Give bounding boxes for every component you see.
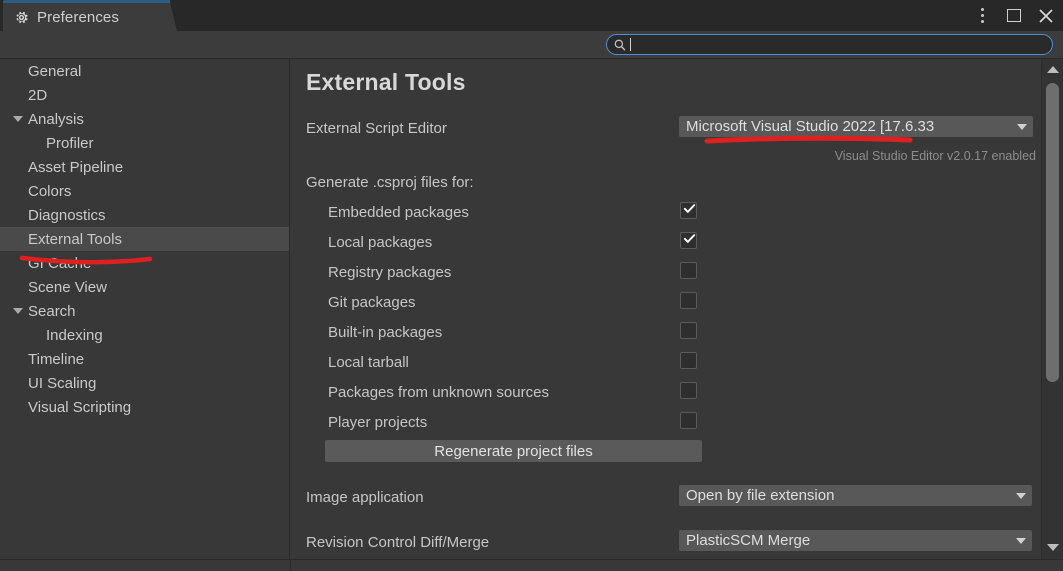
scrollbar-thumb[interactable]: [1046, 83, 1059, 382]
scroll-up-arrow-icon[interactable]: [1042, 61, 1063, 78]
window-bottom-strip: [0, 559, 1063, 571]
sidebar-item-label: Diagnostics: [28, 206, 106, 224]
search-input[interactable]: [631, 35, 1052, 54]
preferences-sidebar[interactable]: General 2D Analysis Profiler Asset Pipeline C…: [0, 59, 290, 559]
settings-content-pane: External Tools External Script Editor Mi…: [291, 59, 1063, 559]
script-editor-status-hint: Visual Studio Editor v2.0.17 enabled: [834, 149, 1036, 163]
window-controls: [973, 0, 1055, 31]
csproj-option-label: Embedded packages: [328, 203, 469, 221]
preferences-window: Preferences General 2D Analysis Profiler…: [0, 0, 1063, 571]
image-application-label: Image application: [306, 488, 424, 506]
sidebar-item-ui-scaling[interactable]: UI Scaling: [0, 371, 289, 395]
csproj-option-checkbox[interactable]: [680, 412, 697, 429]
sidebar-item-2d[interactable]: 2D: [0, 83, 289, 107]
csproj-option-row[interactable]: Git packages: [306, 291, 1051, 313]
sidebar-item-scene-view[interactable]: Scene View: [0, 275, 289, 299]
tab-preferences[interactable]: Preferences: [3, 0, 170, 31]
csproj-option-label: Registry packages: [328, 263, 452, 281]
external-script-editor-dropdown[interactable]: Microsoft Visual Studio 2022 [17.6.33: [679, 116, 1033, 137]
csproj-option-checkbox[interactable]: [680, 322, 697, 339]
csproj-option-row[interactable]: Built-in packages: [306, 321, 1051, 343]
csproj-option-row[interactable]: Local tarball: [306, 351, 1051, 373]
sidebar-item-label: Search: [28, 302, 76, 320]
chevron-down-icon[interactable]: [13, 116, 23, 122]
sidebar-item-indexing[interactable]: Indexing: [0, 323, 289, 347]
regenerate-project-files-label: Regenerate project files: [434, 442, 593, 460]
sidebar-item-visual-scripting[interactable]: Visual Scripting: [0, 395, 289, 419]
sidebar-item-asset-pipeline[interactable]: Asset Pipeline: [0, 155, 289, 179]
csproj-group-label: Generate .csproj files for:: [306, 173, 474, 191]
check-icon: [683, 234, 696, 243]
csproj-option-checkbox[interactable]: [680, 262, 697, 279]
sidebar-item-label: Profiler: [46, 134, 94, 152]
sidebar-list: General 2D Analysis Profiler Asset Pipeline C…: [0, 59, 289, 419]
scroll-down-arrow-icon[interactable]: [1042, 539, 1063, 556]
csproj-option-label: Built-in packages: [328, 323, 443, 341]
csproj-group-label-row: Generate .csproj files for:: [306, 171, 1051, 193]
csproj-option-checkbox[interactable]: [680, 352, 697, 369]
csproj-option-row[interactable]: Packages from unknown sources: [306, 381, 1051, 403]
csproj-option-row[interactable]: Embedded packages: [306, 201, 1051, 223]
sidebar-item-label: Colors: [28, 182, 72, 200]
check-icon: [683, 204, 696, 213]
sidebar-item-label: General: [28, 62, 82, 80]
content-vertical-scrollbar[interactable]: [1041, 59, 1063, 559]
revision-control-dropdown[interactable]: PlasticSCM Merge: [679, 530, 1032, 551]
chevron-down-icon: [1016, 537, 1026, 544]
window-title-bar: Preferences: [0, 0, 1063, 31]
sidebar-item-profiler[interactable]: Profiler: [0, 131, 289, 155]
gear-icon: [16, 11, 28, 23]
csproj-option-label: Local tarball: [328, 353, 409, 371]
page-title: External Tools: [306, 69, 466, 95]
csproj-option-label: Git packages: [328, 293, 416, 311]
sidebar-item-label: Asset Pipeline: [28, 158, 124, 176]
sidebar-item-search[interactable]: Search: [0, 299, 289, 323]
sidebar-item-diagnostics[interactable]: Diagnostics: [0, 203, 289, 227]
maximize-icon[interactable]: [1005, 7, 1023, 25]
sidebar-item-analysis[interactable]: Analysis: [0, 107, 289, 131]
sidebar-item-label: UI Scaling: [28, 374, 97, 392]
pane-divider: [290, 560, 291, 571]
kebab-menu-icon[interactable]: [973, 7, 991, 25]
search-icon: [614, 39, 626, 50]
regenerate-project-files-button[interactable]: Regenerate project files: [325, 440, 702, 462]
revision-control-value: PlasticSCM Merge: [686, 532, 811, 549]
sidebar-item-label: Indexing: [46, 326, 103, 344]
external-script-editor-label: External Script Editor: [306, 119, 447, 137]
csproj-option-checkbox[interactable]: [680, 292, 697, 309]
csproj-option-label: Local packages: [328, 233, 433, 251]
image-application-value: Open by file extension: [686, 487, 835, 504]
sidebar-item-colors[interactable]: Colors: [0, 179, 289, 203]
sidebar-item-label: Scene View: [28, 278, 107, 296]
chevron-down-icon[interactable]: [13, 308, 23, 314]
image-application-dropdown[interactable]: Open by file extension: [679, 485, 1032, 506]
csproj-option-row[interactable]: Local packages: [306, 231, 1051, 253]
csproj-option-checkbox[interactable]: [680, 232, 697, 249]
sidebar-item-label: Analysis: [28, 110, 84, 128]
sidebar-item-gi-cache[interactable]: GI Cache: [0, 251, 289, 275]
search-toolbar: [0, 31, 1063, 59]
csproj-option-label: Packages from unknown sources: [328, 383, 549, 401]
sidebar-item-external-tools[interactable]: External Tools: [0, 227, 289, 251]
search-field[interactable]: [606, 34, 1053, 55]
sidebar-item-general[interactable]: General: [0, 59, 289, 83]
sidebar-item-label: External Tools: [28, 230, 122, 248]
revision-control-label: Revision Control Diff/Merge: [306, 533, 490, 551]
csproj-option-row[interactable]: Registry packages: [306, 261, 1051, 283]
external-script-editor-value: Microsoft Visual Studio 2022 [17.6.33: [686, 118, 935, 135]
sidebar-item-timeline[interactable]: Timeline: [0, 347, 289, 371]
sidebar-item-label: GI Cache: [28, 254, 92, 272]
chevron-down-icon: [1017, 123, 1027, 130]
csproj-option-label: Player projects: [328, 413, 428, 431]
sidebar-item-label: 2D: [28, 86, 48, 104]
csproj-option-checkbox[interactable]: [680, 382, 697, 399]
chevron-down-icon: [1016, 492, 1026, 499]
tab-label: Preferences: [37, 8, 119, 26]
csproj-option-row[interactable]: Player projects: [306, 411, 1051, 433]
sidebar-item-label: Timeline: [28, 350, 85, 368]
csproj-option-checkbox[interactable]: [680, 202, 697, 219]
close-icon[interactable]: [1037, 7, 1055, 25]
sidebar-item-label: Visual Scripting: [28, 398, 132, 416]
